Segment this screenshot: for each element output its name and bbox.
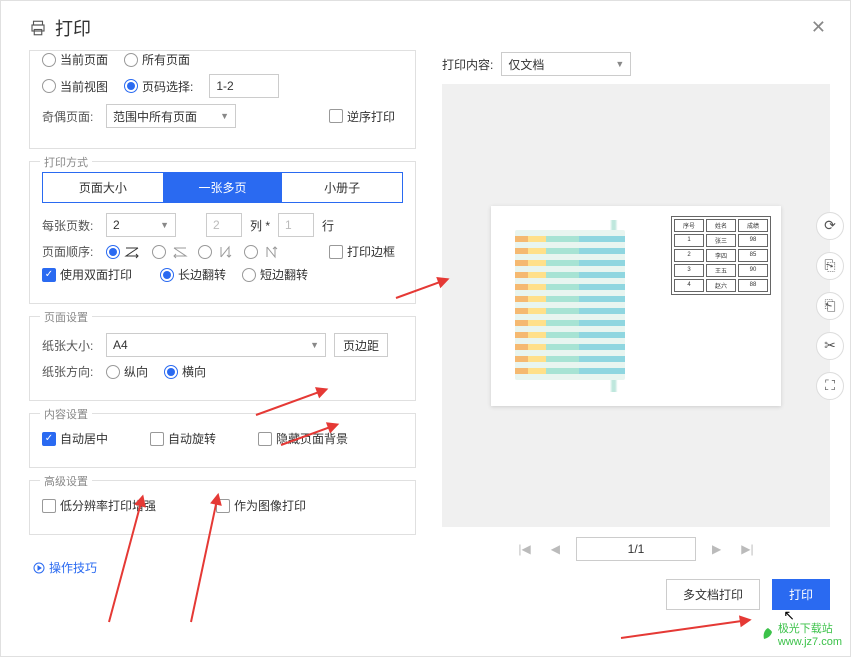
rows-input[interactable]: 1 xyxy=(278,213,314,237)
tabs-print-method: 页面大小 一张多页 小册子 xyxy=(42,172,403,203)
order-ndown-icon xyxy=(216,245,234,259)
radio-order-1[interactable] xyxy=(106,245,142,259)
play-icon xyxy=(33,562,45,574)
print-icon xyxy=(29,19,47,37)
tool-crop[interactable]: ✂ xyxy=(816,332,844,360)
checkbox-duplex[interactable]: 使用双面打印 xyxy=(42,266,132,283)
margins-button[interactable]: 页边距 xyxy=(334,333,388,357)
preview-area: 序号姓名成绩 1张三98 2李四85 3王五90 4赵六88 ⟳ ⎘ ⎗ ✂ ⛶ xyxy=(442,84,830,527)
checkbox-auto-center[interactable]: 自动居中 xyxy=(42,430,108,447)
page-select-input[interactable]: 1-2 xyxy=(209,74,279,98)
watermark: 极光下载站www.jz7.com xyxy=(761,620,842,648)
close-button[interactable]: ✕ xyxy=(807,13,830,42)
multi-doc-print-button[interactable]: 多文档打印 xyxy=(666,579,760,610)
pager-next[interactable]: ▶ xyxy=(708,540,725,558)
radio-order-2[interactable] xyxy=(152,245,188,259)
group-title-page-setup: 页面设置 xyxy=(40,309,92,325)
page-order-label: 页面顺序: xyxy=(42,243,98,260)
pages-per-sheet-label: 每张页数: xyxy=(42,217,98,234)
radio-all-pages[interactable]: 所有页面 xyxy=(124,51,190,68)
radio-page-select[interactable]: 页码选择: xyxy=(124,78,193,95)
paper-size-label: 纸张大小: xyxy=(42,337,98,354)
order-nup-icon xyxy=(262,245,280,259)
radio-flip-short[interactable]: 短边翻转 xyxy=(242,266,308,283)
radio-portrait[interactable]: 纵向 xyxy=(106,363,148,380)
preview-table: 序号姓名成绩 1张三98 2李四85 3王五90 4赵六88 xyxy=(671,216,771,295)
tool-page-prev[interactable]: ⎗ xyxy=(816,292,844,320)
preview-page: 序号姓名成绩 1张三98 2李四85 3王五90 4赵六88 xyxy=(491,206,781,406)
select-paper-size[interactable]: A4▼ xyxy=(106,333,326,357)
order-zright-icon xyxy=(124,245,142,259)
tool-fullscreen[interactable]: ⛶ xyxy=(816,372,844,400)
dialog-title-text: 打印 xyxy=(55,15,91,41)
print-content-label: 打印内容: xyxy=(442,56,493,73)
select-pages-per-sheet[interactable]: 2▼ xyxy=(106,213,176,237)
select-odd-even[interactable]: 范围中所有页面▼ xyxy=(106,104,236,128)
annotation-arrow xyxy=(621,619,750,639)
pager-last[interactable]: ▶| xyxy=(737,540,757,558)
checkbox-auto-rotate[interactable]: 自动旋转 xyxy=(150,430,216,447)
print-button[interactable]: 打印 xyxy=(772,579,830,610)
dialog-title: 打印 xyxy=(29,15,91,41)
tab-multi-page[interactable]: 一张多页 xyxy=(163,173,283,202)
checkbox-hide-bg[interactable]: 隐藏页面背景 xyxy=(258,430,348,447)
pager-prev[interactable]: ◀ xyxy=(547,540,564,558)
tool-rotate[interactable]: ⟳ xyxy=(816,212,844,240)
tips-link[interactable]: 操作技巧 xyxy=(29,559,97,576)
tool-page-next[interactable]: ⎘ xyxy=(816,252,844,280)
radio-flip-long[interactable]: 长边翻转 xyxy=(160,266,226,283)
group-title-advanced: 高级设置 xyxy=(40,473,92,489)
group-title-content: 内容设置 xyxy=(40,406,92,422)
checkbox-print-border[interactable]: 打印边框 xyxy=(329,243,395,260)
radio-current-page[interactable]: 当前页面 xyxy=(42,51,108,68)
checkbox-reverse-print[interactable]: 逆序打印 xyxy=(329,108,395,125)
radio-order-4[interactable] xyxy=(244,245,280,259)
group-title-method: 打印方式 xyxy=(40,154,92,170)
tab-page-size[interactable]: 页面大小 xyxy=(43,173,163,202)
odd-even-label: 奇偶页面: xyxy=(42,108,98,125)
order-zleft-icon xyxy=(170,245,188,259)
cols-input[interactable]: 2 xyxy=(206,213,242,237)
leaf-icon xyxy=(761,627,775,641)
pager-first[interactable]: |◀ xyxy=(514,540,534,558)
select-print-content[interactable]: 仅文档▼ xyxy=(501,52,631,76)
radio-current-view[interactable]: 当前视图 xyxy=(42,78,108,95)
radio-landscape[interactable]: 横向 xyxy=(164,363,206,380)
tab-booklet[interactable]: 小册子 xyxy=(282,173,402,202)
checkbox-as-image[interactable]: 作为图像打印 xyxy=(216,497,306,514)
orientation-label: 纸张方向: xyxy=(42,363,98,380)
radio-order-3[interactable] xyxy=(198,245,234,259)
checkbox-lowres[interactable]: 低分辨率打印增强 xyxy=(42,497,156,514)
pager-input[interactable]: 1/1 xyxy=(576,537,696,561)
